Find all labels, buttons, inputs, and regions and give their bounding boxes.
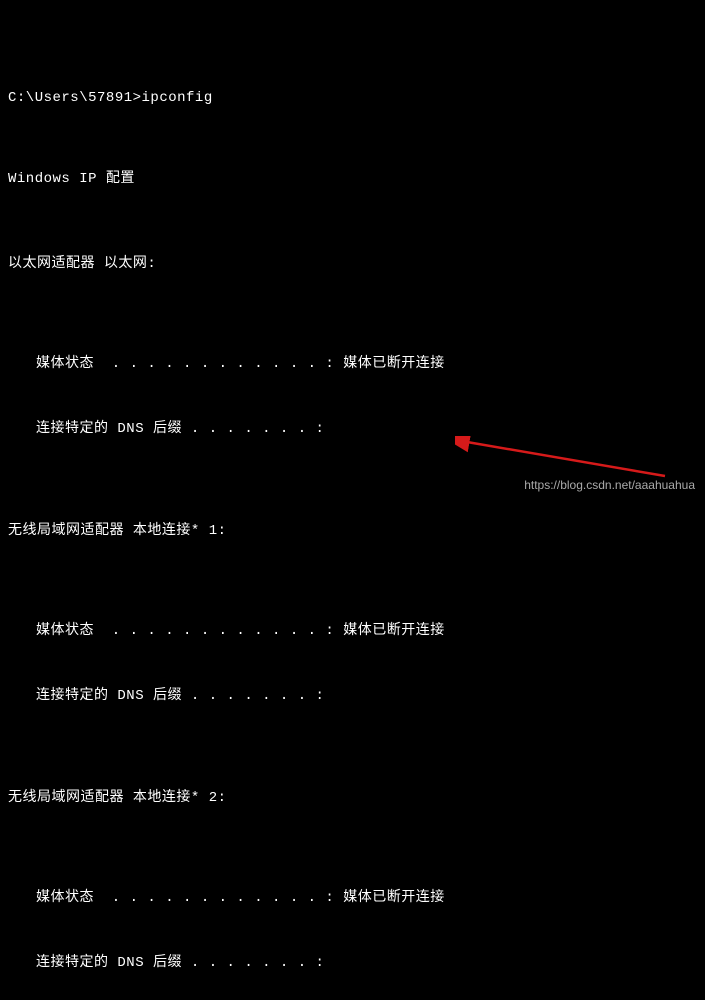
- field-value: 媒体已断开连接: [334, 890, 444, 906]
- field-row: 媒体状态 . . . . . . . . . . . . : 媒体已断开连接: [8, 621, 697, 642]
- watermark-text: https://blog.csdn.net/aaahuahua: [524, 476, 695, 494]
- field-row: 连接特定的 DNS 后缀 . . . . . . . :: [8, 686, 697, 707]
- field-row: 连接特定的 DNS 后缀 . . . . . . . :: [8, 953, 697, 974]
- adapter-title-wlan-local-2: 无线局域网适配器 本地连接* 2:: [8, 788, 697, 809]
- ipconfig-header: Windows IP 配置: [8, 169, 697, 190]
- field-label: 媒体状态 . . . . . . . . . . . . :: [36, 623, 334, 639]
- field-row: 媒体状态 . . . . . . . . . . . . : 媒体已断开连接: [8, 354, 697, 375]
- adapter-title-ethernet: 以太网适配器 以太网:: [8, 254, 697, 275]
- field-value: 媒体已断开连接: [334, 356, 444, 372]
- field-label: 连接特定的 DNS 后缀 . . . . . . . :: [36, 688, 324, 704]
- field-label: 连接特定的 DNS 后缀 . . . . . . . :: [36, 421, 324, 437]
- field-value: 媒体已断开连接: [334, 623, 444, 639]
- field-row: 媒体状态 . . . . . . . . . . . . : 媒体已断开连接: [8, 888, 697, 909]
- field-row: 连接特定的 DNS 后缀 . . . . . . . :: [8, 419, 697, 440]
- field-label: 媒体状态 . . . . . . . . . . . . :: [36, 890, 334, 906]
- adapter-title-wlan-local-1: 无线局域网适配器 本地连接* 1:: [8, 521, 697, 542]
- command-prompt-line: C:\Users\57891>ipconfig: [8, 88, 697, 109]
- field-label: 媒体状态 . . . . . . . . . . . . :: [36, 356, 334, 372]
- field-label: 连接特定的 DNS 后缀 . . . . . . . :: [36, 955, 324, 971]
